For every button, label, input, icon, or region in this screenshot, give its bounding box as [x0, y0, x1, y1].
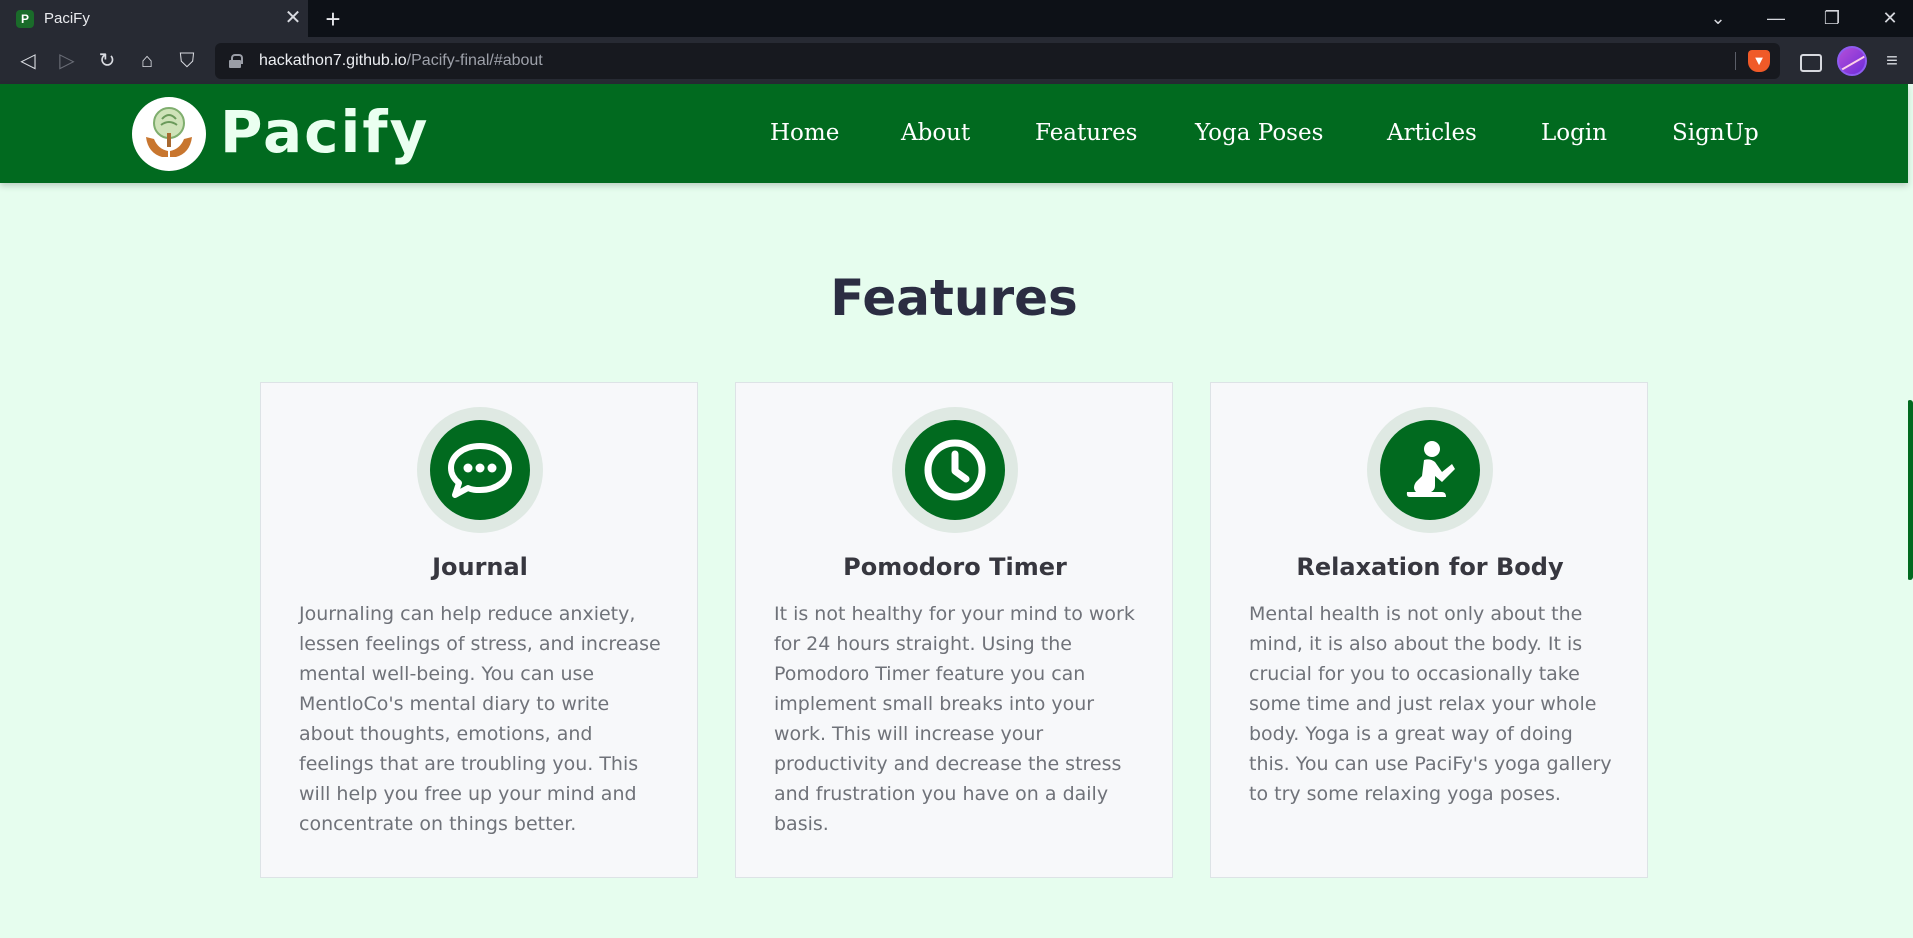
card-title: Pomodoro Timer [843, 553, 1067, 581]
clock-icon [905, 420, 1005, 520]
address-bar[interactable]: hackathon7.github.io/Pacify-final/#about… [215, 43, 1780, 79]
section-title: Features [830, 269, 1078, 327]
chat-bubble-icon [430, 420, 530, 520]
menu-icon[interactable]: ≡ [1878, 47, 1906, 75]
home-icon[interactable]: ⌂ [131, 45, 163, 77]
nav-link-signup[interactable]: SignUp [1672, 116, 1759, 150]
profile-avatar[interactable] [1837, 46, 1867, 76]
brave-shields-icon[interactable]: ▼ [1748, 50, 1770, 72]
nav-link-login[interactable]: Login [1541, 116, 1607, 150]
feature-icon-badge [417, 407, 543, 533]
logo-icon[interactable] [132, 97, 206, 171]
site-logo-text[interactable]: Pacify [220, 94, 429, 170]
close-window-button[interactable]: ✕ [1867, 0, 1913, 37]
nav-link-home[interactable]: Home [770, 116, 839, 150]
restore-button[interactable]: ❐ [1809, 0, 1855, 37]
nav-link-about[interactable]: About [901, 116, 970, 150]
new-tab-button[interactable]: + [318, 4, 348, 34]
tab-close-icon[interactable]: ✕ [278, 0, 308, 37]
favicon-icon: P [16, 9, 34, 28]
wallet-icon[interactable] [1795, 47, 1823, 75]
bookmark-icon[interactable]: ⛉ [171, 45, 203, 77]
forward-icon[interactable]: ▷ [51, 45, 83, 77]
feature-card-pomodoro: Pomodoro Timer It is not healthy for you… [735, 382, 1173, 878]
feature-card-relaxation: Relaxation for Body Mental health is not… [1210, 382, 1648, 878]
tab-search-chevron-icon[interactable]: ⌄ [1695, 0, 1741, 37]
card-description: Mental health is not only about the mind… [1249, 603, 1612, 805]
browser-toolbar: ◁ ▷ ↻ ⌂ ⛉ hackathon7.github.io/Pacify-fi… [0, 37, 1913, 84]
card-title: Relaxation for Body [1296, 553, 1564, 581]
site-header: Pacify Home About Features Yoga Poses Ar… [0, 84, 1908, 183]
back-icon[interactable]: ◁ [12, 45, 44, 77]
card-title: Journal [432, 553, 528, 581]
feature-card-journal: Journal Journaling can help reduce anxie… [260, 382, 698, 878]
feature-icon-badge [892, 407, 1018, 533]
url-host: hackathon7.github.io [259, 52, 407, 69]
card-description: It is not healthy for your mind to work … [774, 603, 1135, 835]
lock-icon [229, 54, 243, 68]
url-path: /Pacify-final/#about [406, 52, 543, 69]
feature-icon-badge [1367, 407, 1493, 533]
nav-link-features[interactable]: Features [1035, 116, 1138, 150]
tab-title: PaciFy [44, 10, 90, 27]
browser-tab-strip: P PaciFy ✕ + ⌄ — ❐ ✕ [0, 0, 1913, 37]
features-section: Features Journal Journaling can help red… [0, 208, 1908, 938]
card-description: Journaling can help reduce anxiety, less… [299, 603, 661, 835]
nav-link-articles[interactable]: Articles [1387, 116, 1477, 150]
address-bar-divider [1735, 52, 1736, 70]
minimize-button[interactable]: — [1753, 0, 1799, 37]
praying-person-icon [1380, 420, 1480, 520]
browser-tab[interactable]: P PaciFy ✕ [0, 0, 308, 37]
reload-icon[interactable]: ↻ [91, 45, 123, 77]
nav-link-yoga-poses[interactable]: Yoga Poses [1195, 116, 1323, 150]
